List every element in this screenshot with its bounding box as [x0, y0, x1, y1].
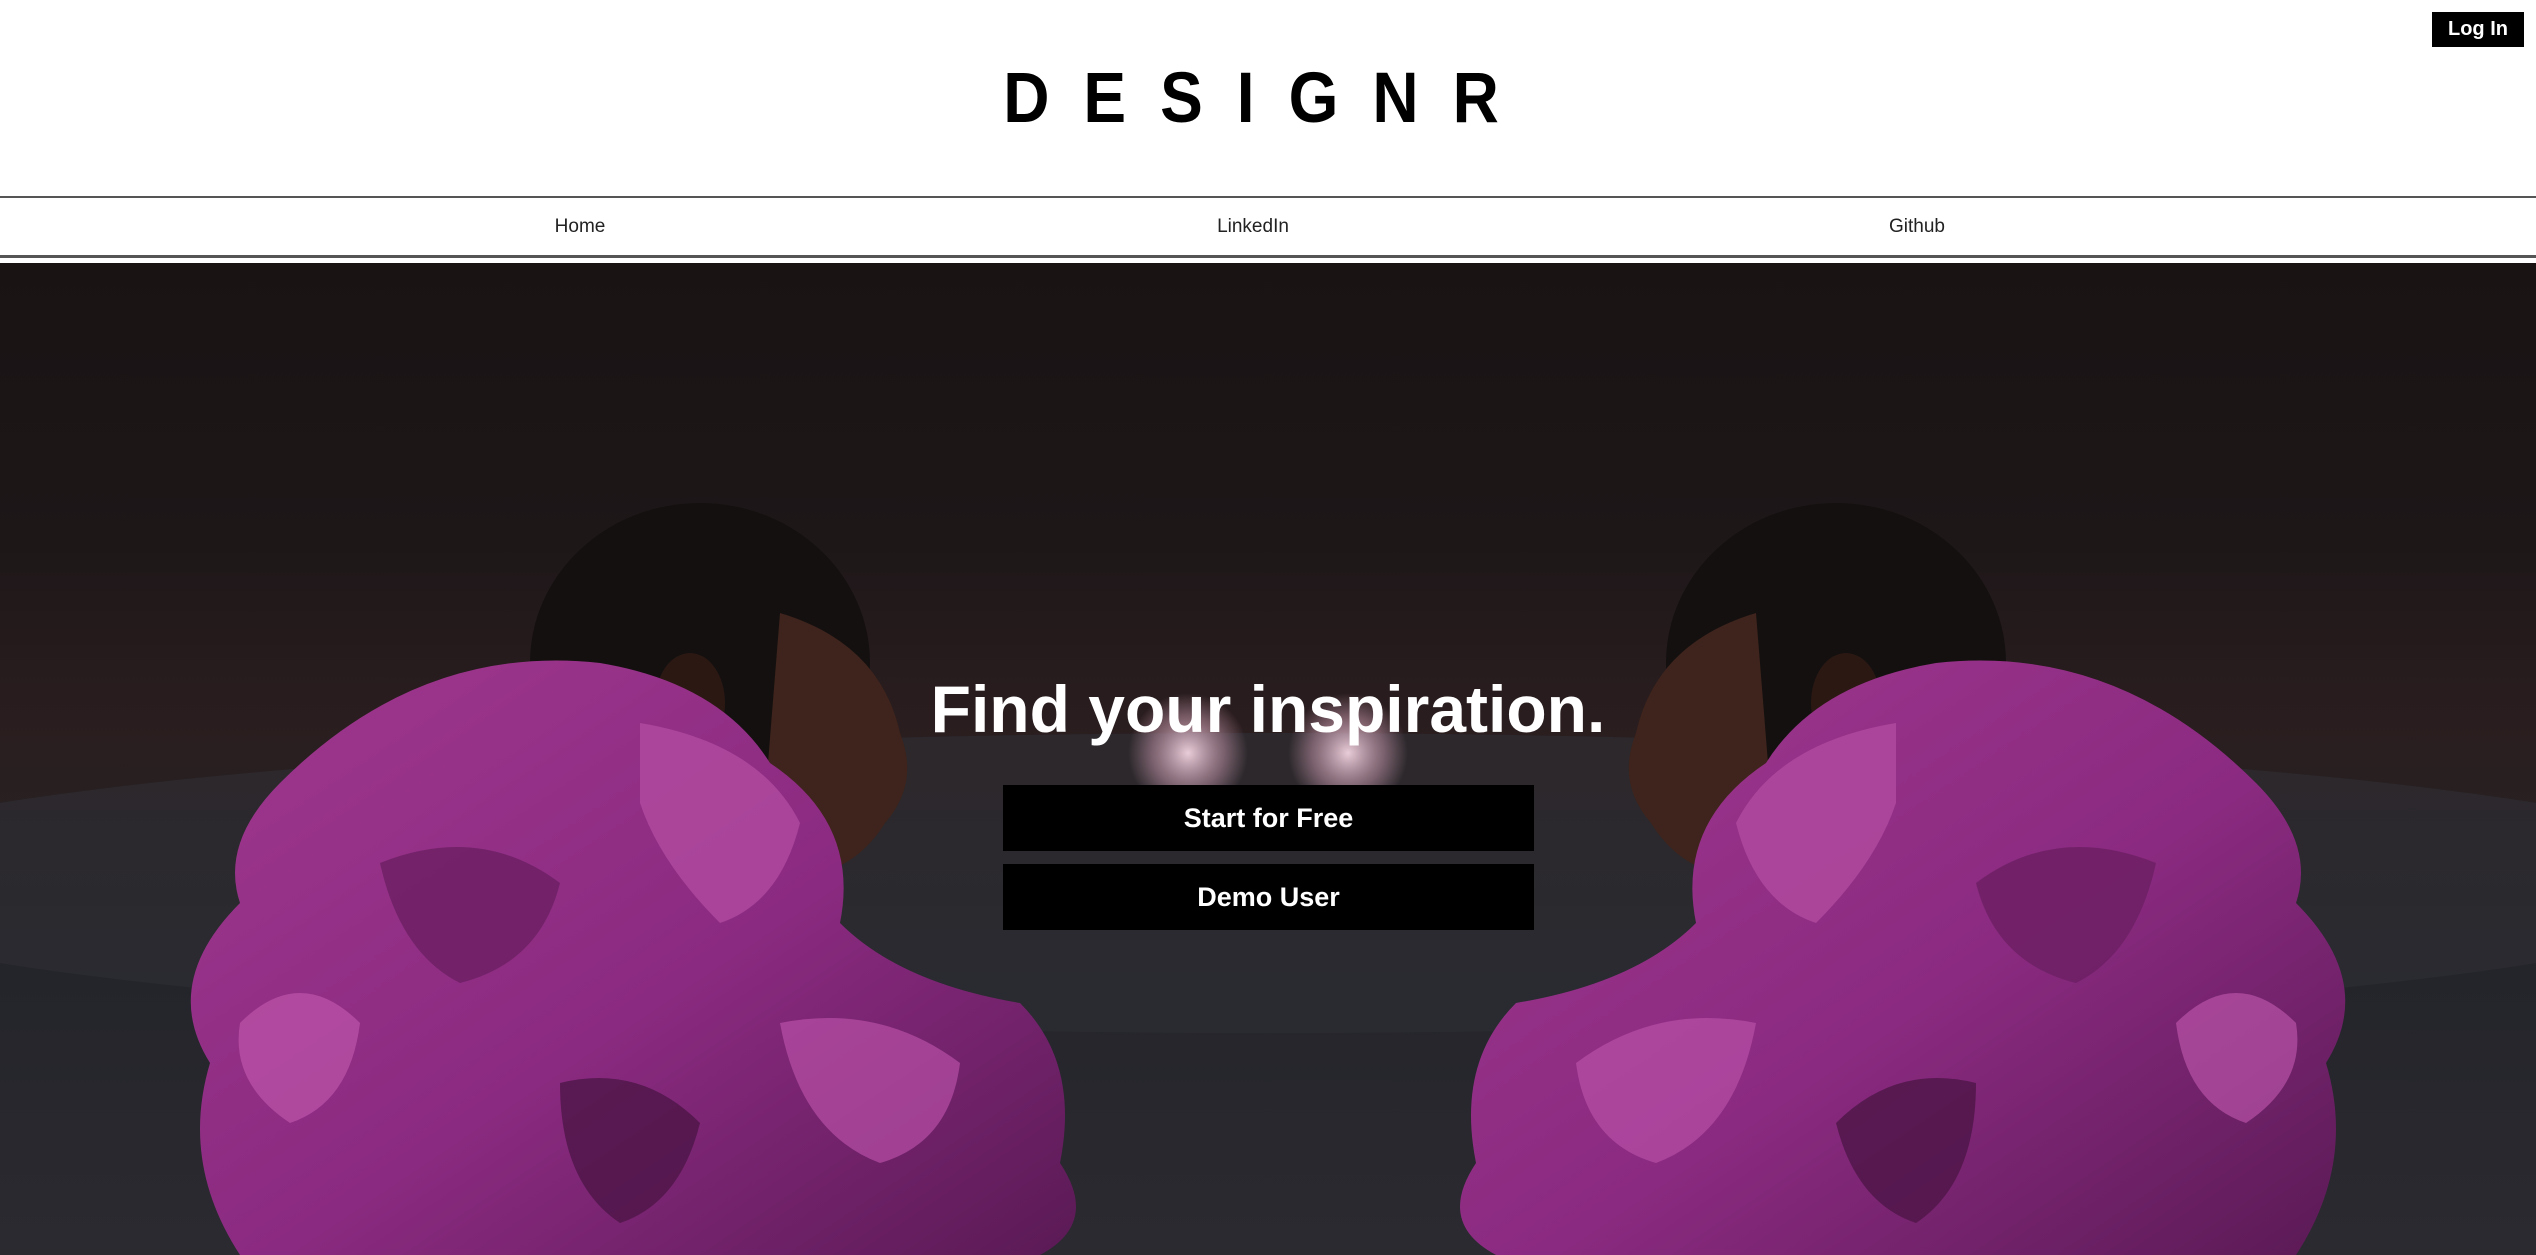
site-header: DESIGNR Log In — [0, 0, 2536, 196]
hero-section: Find your inspiration. Start for Free De… — [0, 263, 2536, 1255]
hero-background-image — [0, 503, 2536, 1255]
hero-title: Find your inspiration. — [930, 672, 1606, 746]
start-for-free-button[interactable]: Start for Free — [1003, 785, 1534, 851]
login-button[interactable]: Log In — [2432, 12, 2524, 47]
site-logo[interactable]: DESIGNR — [0, 56, 2536, 139]
nav-link-home[interactable]: Home — [480, 198, 680, 255]
nav-link-linkedin[interactable]: LinkedIn — [1153, 198, 1353, 255]
demo-user-button[interactable]: Demo User — [1003, 864, 1534, 930]
main-nav: Home LinkedIn Github — [0, 196, 2536, 258]
nav-link-github[interactable]: Github — [1817, 198, 2017, 255]
